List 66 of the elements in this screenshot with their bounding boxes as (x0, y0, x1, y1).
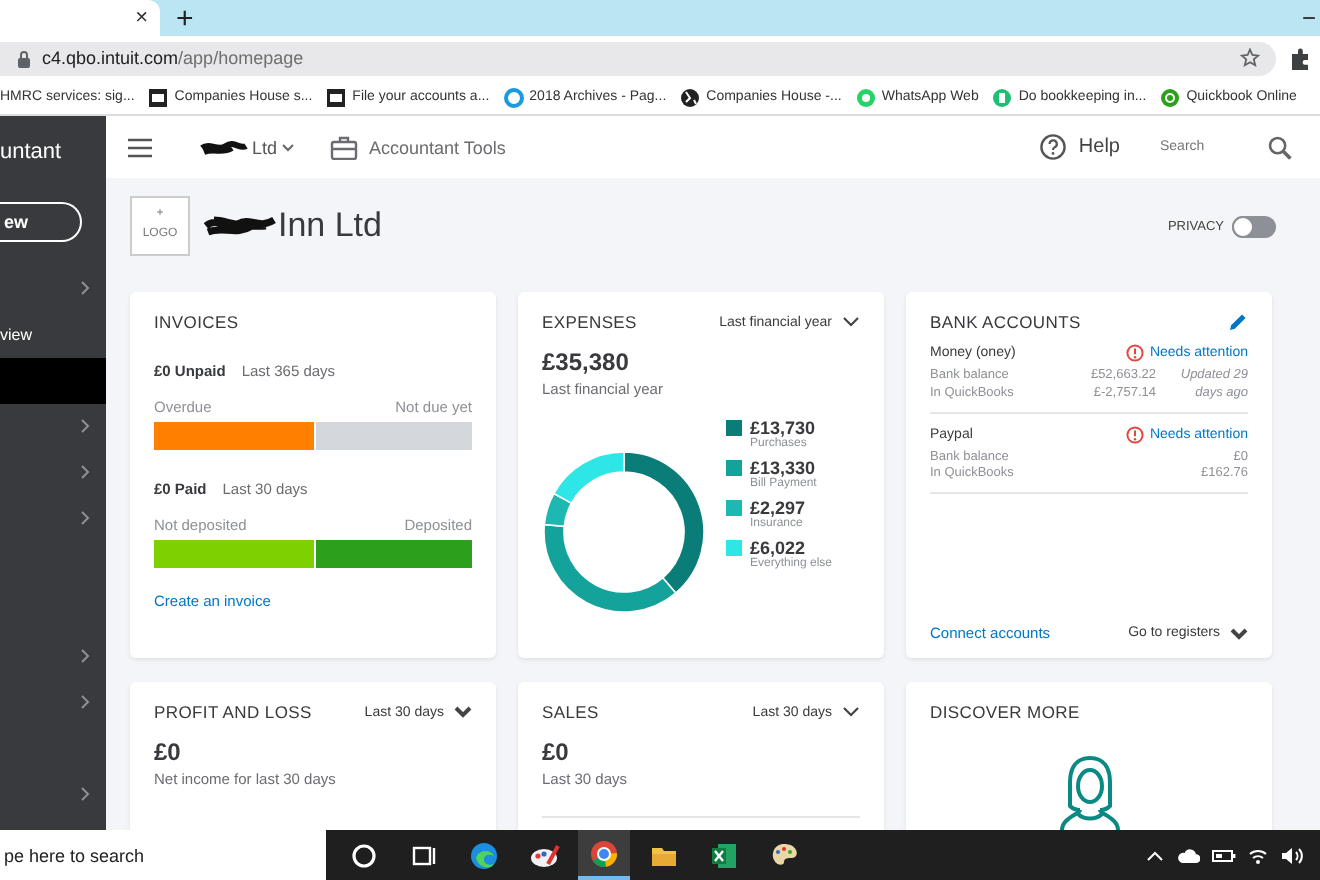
sales-amount: £0 (542, 738, 571, 766)
star-icon[interactable] (1240, 48, 1260, 68)
bookmark-favicon-icon (326, 87, 347, 107)
card-title: EXPENSES (542, 312, 637, 332)
chevron-up-icon[interactable] (1146, 849, 1164, 861)
chevron-icon[interactable] (80, 648, 90, 664)
scribble-drawing (200, 139, 248, 155)
chevron-icon[interactable] (80, 280, 90, 296)
url-text: c4.qbo.intuit.com/app/homepage (42, 48, 304, 68)
bookmark-favicon-icon (855, 87, 876, 107)
alert-icon (1125, 344, 1144, 362)
net-income-amount: £0 (154, 738, 183, 766)
card-title: SALES (542, 702, 599, 722)
scribble-drawing (202, 212, 278, 240)
bookmark-favicon-icon (148, 87, 169, 107)
taskbar-search-field[interactable]: pe here to search (0, 830, 326, 880)
bookmark-favicon-icon (503, 87, 524, 107)
chevron-icon[interactable] (80, 418, 90, 434)
chevron-down-icon[interactable] (454, 706, 472, 718)
bookmark-favicon-icon (680, 87, 701, 107)
alert-icon (1125, 425, 1144, 444)
card-title: INVOICES (154, 312, 241, 332)
card-title: BANK ACCOUNTS (930, 312, 1081, 332)
close-tab-button[interactable]: × (135, 6, 148, 30)
expense-total: £35,380 (542, 348, 631, 376)
briefcase-icon (329, 135, 358, 159)
legend-amount: £6,022 (750, 538, 808, 558)
privacy-toggle[interactable] (1232, 215, 1276, 237)
card-title: PROFIT AND LOSS (154, 702, 312, 722)
company-name: Inn Ltd (278, 206, 382, 246)
browser-tab[interactable]: × (0, 0, 160, 36)
taskbar-app-icon[interactable] (578, 830, 630, 880)
wifi-icon[interactable] (1248, 845, 1268, 865)
chevron-icon[interactable] (80, 694, 90, 710)
new-button[interactable]: ew (0, 202, 82, 242)
cloud-icon[interactable] (1176, 847, 1200, 863)
chevron-icon[interactable] (80, 786, 90, 802)
card-title: DISCOVER MORE (930, 702, 1082, 722)
sidebar-title: untant (0, 140, 64, 168)
legend-amount: £2,297 (750, 498, 806, 518)
puzzle-icon[interactable] (1290, 47, 1312, 69)
legend-amount: £13,330 (750, 458, 816, 478)
chevron-icon[interactable] (80, 510, 90, 526)
bookmark-favicon-icon (1160, 87, 1181, 107)
search-icon[interactable] (1268, 135, 1292, 159)
legend-amount: £13,730 (750, 418, 816, 438)
minimize-button[interactable]: − (1301, 4, 1316, 32)
company-selector[interactable]: Ltd (252, 137, 278, 157)
help-icon[interactable] (1040, 134, 1067, 160)
menu-icon[interactable] (128, 137, 152, 157)
chevron-down-icon[interactable] (842, 706, 860, 718)
pencil-icon[interactable] (1228, 312, 1248, 332)
help-button[interactable]: Help (1078, 136, 1120, 158)
chevron-down-icon[interactable] (1230, 627, 1248, 639)
chevron-down-icon[interactable] (842, 316, 860, 328)
caret-icon[interactable] (281, 143, 294, 151)
chevron-icon[interactable] (80, 464, 90, 480)
person-icon (1055, 754, 1123, 830)
bookmark-favicon-icon (992, 87, 1013, 107)
lock-icon (16, 49, 32, 67)
speaker-icon[interactable] (1280, 845, 1304, 865)
accountant-tools-link[interactable]: Accountant Tools (369, 137, 506, 157)
battery-icon[interactable] (1212, 847, 1236, 863)
sidebar-item[interactable]: view (0, 312, 106, 358)
address-bar[interactable]: c4.qbo.intuit.com/app/homepage (0, 41, 1276, 75)
new-tab-button[interactable]: + (176, 1, 194, 35)
